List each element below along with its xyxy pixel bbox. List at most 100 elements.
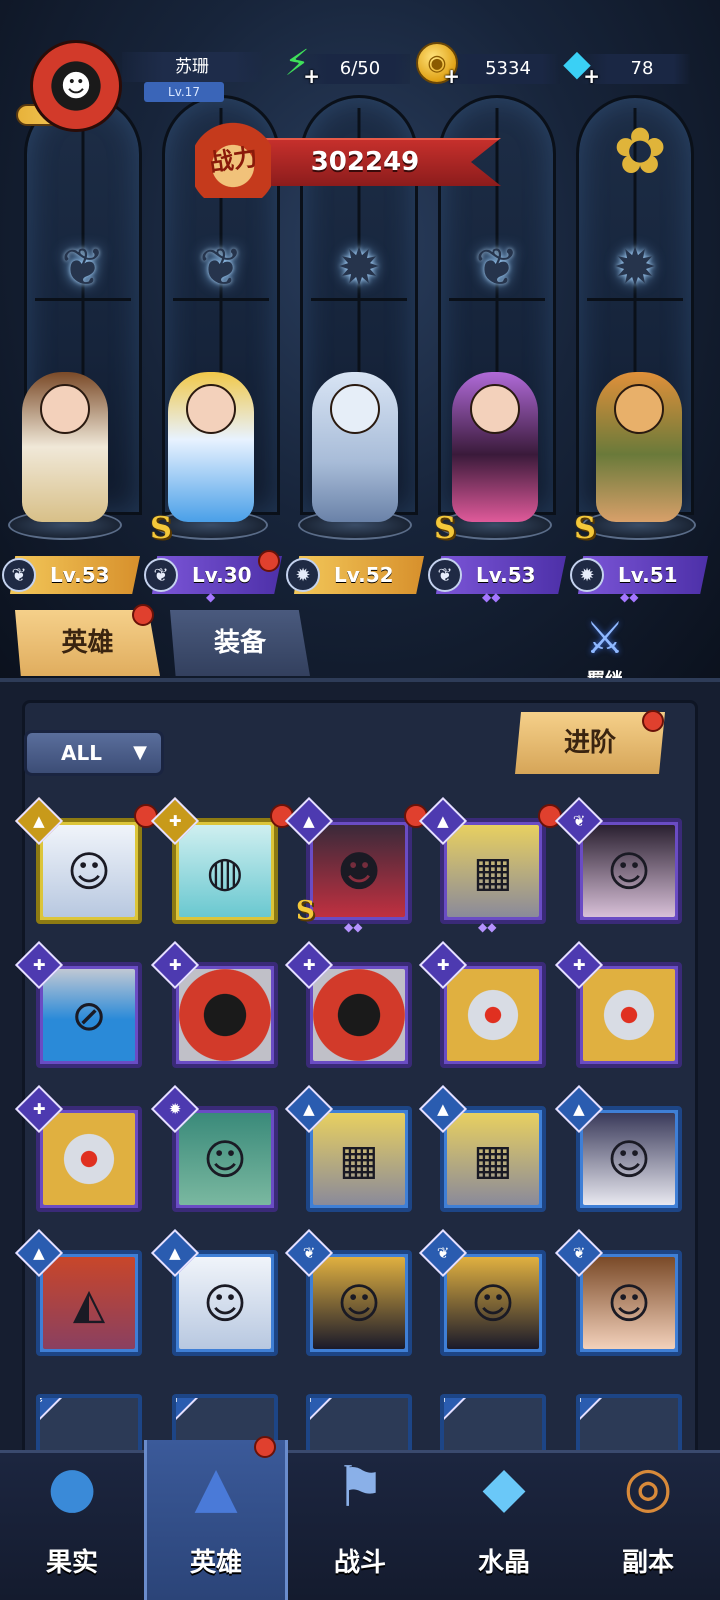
nav-heroes-label: 英雄 bbox=[189, 1548, 242, 1578]
hero-portrait: ☻ bbox=[313, 825, 405, 917]
hero-card[interactable]: ☺ ▲ bbox=[554, 1084, 682, 1212]
nav-dungeon-label: 副本 bbox=[621, 1548, 674, 1578]
player-level: Lv.17 bbox=[144, 82, 224, 102]
power-value: 302249 bbox=[310, 147, 420, 177]
crystal-icon: ◆ bbox=[482, 1455, 526, 1520]
sword-icon: ▲ bbox=[33, 1243, 45, 1262]
star-icon: ◆ bbox=[206, 590, 216, 604]
nav-battle-label: 战斗 bbox=[333, 1548, 386, 1578]
hero-head bbox=[470, 384, 520, 434]
hero-portrait bbox=[179, 969, 271, 1061]
hero-portrait: ☺ bbox=[313, 1257, 405, 1349]
s-rank-badge: S bbox=[150, 511, 172, 546]
hero-card[interactable]: ☺ ✹ bbox=[150, 1084, 278, 1212]
nav-crystal-label: 水晶 bbox=[477, 1548, 530, 1578]
hero-card[interactable]: ◭ ▲ bbox=[14, 1228, 142, 1356]
bond-icon: ⚔ bbox=[585, 613, 625, 664]
hero-card[interactable]: ✚ bbox=[418, 940, 546, 1068]
claw-emblem-icon: ✹ bbox=[613, 238, 657, 298]
power-flame-icon: 战力 bbox=[195, 118, 271, 198]
lineup-hero-3[interactable] bbox=[290, 362, 420, 540]
alert-dot bbox=[254, 1436, 276, 1458]
star-icon: ◆◆ bbox=[482, 590, 501, 604]
wrench-icon: ✚ bbox=[576, 1394, 586, 1406]
hero-head bbox=[614, 384, 664, 434]
power-label: 战力 bbox=[207, 142, 260, 178]
s-rank-badge: S bbox=[434, 511, 456, 546]
hero-card[interactable]: ⊘ ✚ bbox=[14, 940, 142, 1068]
energy-value: 6/50 bbox=[339, 58, 381, 79]
hero-card[interactable]: ✚ bbox=[554, 940, 682, 1068]
add-gems-button[interactable]: ◆ + bbox=[552, 38, 602, 89]
hero-card[interactable]: ☺ ❦ bbox=[554, 1228, 682, 1356]
player-name: 苏珊 bbox=[122, 52, 262, 82]
claw-icon: ✹ bbox=[286, 558, 320, 592]
settings-flower-icon[interactable]: ✿ bbox=[600, 112, 680, 192]
hero-card[interactable]: ✚ bbox=[14, 1084, 142, 1212]
hero-card[interactable]: ▦ ▲ bbox=[418, 1084, 546, 1212]
hero-portrait: ◭ bbox=[43, 1257, 135, 1349]
nav-heroes[interactable]: ▲ 英雄 bbox=[144, 1440, 288, 1600]
alert-dot bbox=[642, 710, 664, 732]
wing-icon: ❦ bbox=[36, 1394, 46, 1406]
player-avatar[interactable]: ☻ bbox=[16, 22, 126, 142]
gem-value: 78 bbox=[630, 58, 654, 79]
wing-icon: ❦ bbox=[144, 558, 178, 592]
add-coins-button[interactable]: ◉ + bbox=[412, 38, 462, 88]
hero-card[interactable]: ✚ bbox=[150, 940, 278, 1068]
alert-dot bbox=[132, 604, 154, 626]
add-energy-button[interactable]: ⚡ + bbox=[272, 38, 322, 89]
star-icon: ◆◆ bbox=[344, 920, 363, 934]
lineup-hero-1[interactable] bbox=[0, 362, 130, 540]
hero-portrait: ☺ bbox=[179, 1113, 271, 1205]
nav-fruit-label: 果实 bbox=[45, 1548, 98, 1578]
hero-card[interactable]: ☺ ▲ bbox=[150, 1228, 278, 1356]
battle-flag-icon: ⚑ bbox=[334, 1455, 386, 1520]
hero-portrait bbox=[447, 969, 539, 1061]
wing-emblem-icon: ❦ bbox=[199, 238, 243, 298]
nav-crystal[interactable]: ◆ 水晶 bbox=[432, 1440, 576, 1600]
hero-card[interactable]: ☺ ❦ bbox=[418, 1228, 546, 1356]
lineup-hero-2[interactable] bbox=[146, 362, 276, 540]
wrench-icon: ✚ bbox=[32, 1099, 46, 1118]
hero-head bbox=[330, 384, 380, 434]
hero-card[interactable]: ▦ ▲ bbox=[284, 1084, 412, 1212]
alert-dot bbox=[258, 550, 280, 572]
hero-card[interactable]: ◍ ✚ bbox=[150, 796, 294, 924]
chevron-down-icon: ▼ bbox=[133, 742, 147, 763]
claw-icon: ✹ bbox=[168, 1099, 182, 1118]
claw-emblem-icon: ✹ bbox=[337, 238, 381, 298]
hero-card[interactable]: ☺ ▲ bbox=[14, 796, 158, 924]
lineup-hero-5[interactable] bbox=[574, 362, 704, 540]
class-filter-dropdown[interactable]: ALL ▼ bbox=[24, 730, 164, 776]
hero-card[interactable]: ✚ bbox=[284, 940, 412, 1068]
s-rank-badge: S bbox=[296, 896, 315, 926]
hero-portrait: ▦ bbox=[313, 1113, 405, 1205]
hero-card[interactable]: ▦ ▲ ◆◆ bbox=[418, 796, 562, 934]
hero-card[interactable]: ☻ ▲ S ◆◆ bbox=[284, 796, 428, 934]
tab-equipment[interactable]: 装备 bbox=[170, 610, 310, 676]
sword-icon: ▲ bbox=[437, 811, 449, 830]
hero-card[interactable]: ☺ ❦ bbox=[284, 1228, 412, 1356]
s-rank-badge: S bbox=[574, 511, 596, 546]
hero-portrait: ☺ bbox=[43, 825, 135, 917]
class-badge: ✚ bbox=[310, 1398, 334, 1422]
wrench-icon: ✚ bbox=[172, 1394, 182, 1406]
sword-icon: ▲ bbox=[169, 1243, 181, 1262]
nav-fruit[interactable]: ● 果实 bbox=[0, 1440, 144, 1600]
hero-portrait: ⊘ bbox=[43, 969, 135, 1061]
hero-portrait: ☺ bbox=[583, 1257, 675, 1349]
wizard-hat-icon: ▲ bbox=[194, 1455, 238, 1520]
filter-selected: ALL bbox=[61, 741, 102, 765]
hero-portrait: ☺ bbox=[583, 825, 675, 917]
nav-battle[interactable]: ⚑ 战斗 bbox=[288, 1440, 432, 1600]
lineup-hero-4[interactable] bbox=[430, 362, 560, 540]
player-info: 苏珊 Lv.17 bbox=[122, 52, 262, 104]
sword-icon: ▲ bbox=[303, 811, 315, 830]
nav-dungeon[interactable]: ◎ 副本 bbox=[576, 1440, 720, 1600]
star-icon: ◆◆ bbox=[620, 590, 639, 604]
wrench-icon: ✚ bbox=[436, 955, 450, 974]
hero-portrait: ◍ bbox=[179, 825, 271, 917]
hero-card[interactable]: ☺ ❦ bbox=[554, 796, 682, 924]
wing-icon: ❦ bbox=[302, 1243, 316, 1262]
